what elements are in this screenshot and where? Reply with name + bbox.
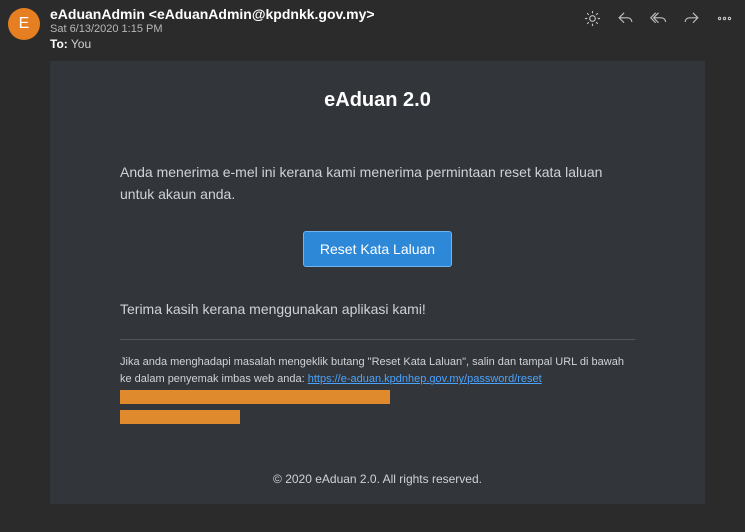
redacted-token-2 xyxy=(120,410,240,424)
button-row: Reset Kata Laluan xyxy=(120,231,635,267)
email-body-wrap: eAduan 2.0 Anda menerima e-mel ini keran… xyxy=(0,61,745,504)
forward-icon[interactable] xyxy=(683,10,700,32)
email-footer: © 2020 eAduan 2.0. All rights reserved. xyxy=(50,454,705,504)
date-line: Sat 6/13/2020 1:15 PM xyxy=(50,23,584,35)
reply-all-icon[interactable] xyxy=(650,10,667,32)
header-info: eAduanAdmin <eAduanAdmin@kpdnkk.gov.my> … xyxy=(50,6,584,51)
email-card: eAduan 2.0 Anda menerima e-mel ini keran… xyxy=(50,61,705,504)
divider xyxy=(120,339,635,340)
sun-icon[interactable] xyxy=(584,10,601,32)
trouble-text: Jika anda menghadapi masalah mengeklik b… xyxy=(120,354,635,423)
from-line: eAduanAdmin <eAduanAdmin@kpdnkk.gov.my> xyxy=(50,6,584,22)
thanks-text: Terima kasih kerana menggunakan aplikasi… xyxy=(120,301,635,317)
more-icon[interactable] xyxy=(716,10,733,32)
reset-url-link[interactable]: https://e-aduan.kpdnhep.gov.my/password/… xyxy=(308,373,542,385)
intro-text: Anda menerima e-mel ini kerana kami mene… xyxy=(120,162,635,205)
to-label: To: xyxy=(50,37,68,51)
email-content: Anda menerima e-mel ini kerana kami mene… xyxy=(50,162,705,424)
header-actions xyxy=(584,10,733,32)
email-header: E eAduanAdmin <eAduanAdmin@kpdnkk.gov.my… xyxy=(0,0,745,57)
reset-password-button[interactable]: Reset Kata Laluan xyxy=(303,231,452,267)
to-value: You xyxy=(71,37,91,51)
sender-avatar: E xyxy=(8,8,40,40)
to-line: To: You xyxy=(50,37,584,51)
reply-icon[interactable] xyxy=(617,10,634,32)
copyright-text: © 2020 eAduan 2.0. All rights reserved. xyxy=(273,472,482,486)
email-title: eAduan 2.0 xyxy=(50,89,705,112)
redacted-token-1 xyxy=(120,390,390,404)
